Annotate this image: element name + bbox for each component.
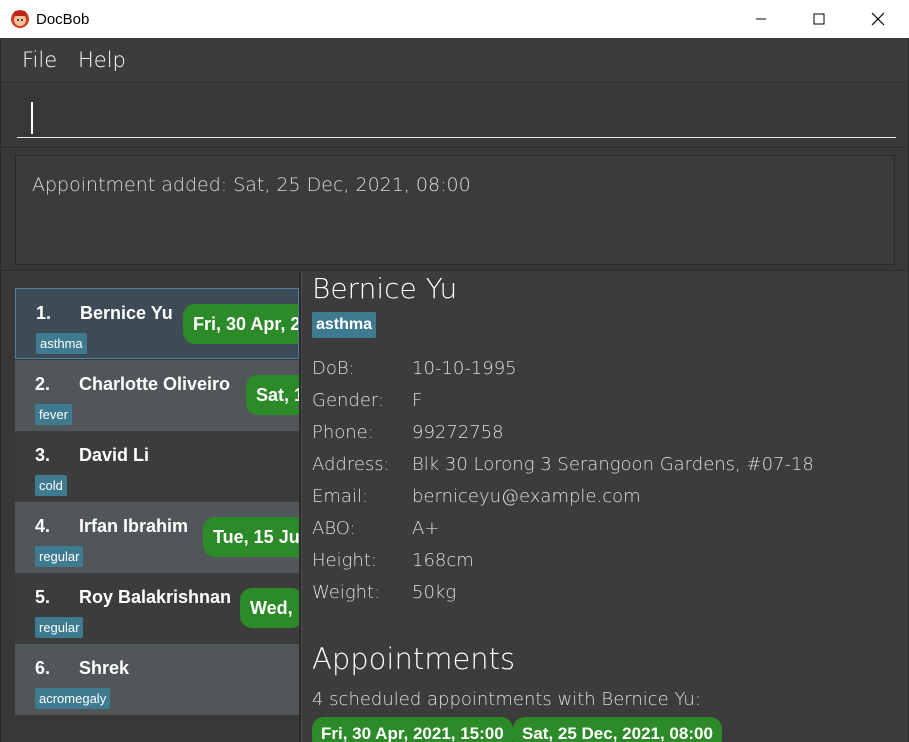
patient-tag: regular [35,617,84,638]
phone-value: 99272758 [412,422,504,443]
appointments-heading: Appointments [312,642,516,676]
appointment-badge: Fri, 30 Apr, 2021, 15:00 [183,304,298,344]
patient-name: David Li [79,445,150,465]
text-caret [31,102,33,134]
patient-tag: asthma [36,333,87,354]
window-title: DocBob [36,11,90,28]
weight-label: Weight: [312,582,381,603]
patient-index: 5. [35,587,51,607]
weight-value: 50kg [412,582,457,603]
phone-label: Phone: [312,422,374,443]
patient-card-4[interactable]: 4. Irfan Ibrahim regular Tue, 15 Ju [15,502,299,573]
patient-card-5[interactable]: 5. Roy Balakrishnan regular Wed, [15,573,299,644]
abo-label: ABO: [312,518,356,539]
detail-patient-name: Bernice Yu [312,272,458,305]
height-label: Height: [312,550,377,571]
dob-label: DoB: [312,358,355,379]
close-button[interactable] [849,0,907,38]
abo-value: A+ [412,518,440,539]
patient-index: 4. [35,516,51,536]
patient-list[interactable]: 1. Bernice Yu asthma Fri, 30 Apr, 2021, … [1,272,299,742]
patient-name: Bernice Yu [80,303,173,323]
result-display: Appointment added: Sat, 25 Dec, 2021, 08… [1,149,908,271]
address-label: Address: [312,454,390,475]
appointment-badge: Wed, [240,588,299,628]
minimize-icon [756,18,766,20]
patient-tag: acromegaly [35,688,111,709]
address-value: Blk 30 Lorong 3 Serangoon Gardens, #07-1… [412,454,814,475]
patient-index: 2. [35,374,51,394]
patient-tag: regular [35,546,84,567]
email-label: Email: [312,486,369,507]
result-message: Appointment added: Sat, 25 Dec, 2021, 08… [32,174,471,196]
appointment-chip: Sat, 25 Dec, 2021, 08:00 [513,717,722,742]
patient-name: Roy Balakrishnan [79,587,232,607]
menu-help[interactable]: Help [78,48,126,72]
minimize-button[interactable] [732,0,790,38]
menu-file[interactable]: File [22,48,57,72]
patient-index: 6. [35,658,51,678]
patient-tag: fever [35,404,72,425]
patient-name: Charlotte Oliveiro [79,374,231,394]
command-box [1,84,908,148]
height-value: 168cm [412,550,474,571]
appointment-chip: Fri, 30 Apr, 2021, 15:00 [312,717,513,742]
app-logo-icon [11,10,29,28]
appointments-summary: 4 scheduled appointments with Bernice Yu… [312,689,701,710]
result-box[interactable]: Appointment added: Sat, 25 Dec, 2021, 08… [15,155,895,265]
patient-name: Shrek [79,658,130,678]
patient-card-3[interactable]: 3. David Li cold [15,431,299,502]
patient-card-6[interactable]: 6. Shrek acromegaly [15,644,299,715]
appointment-badge: Sat, 1 [246,375,299,415]
email-value: berniceyu@example.com [412,486,641,507]
maximize-icon [813,13,825,25]
gender-value: F [412,390,423,411]
patient-detail-panel: Bernice Yu asthma DoB: 10-10-1995 Gender… [303,272,908,742]
close-icon [871,12,885,26]
split-pane-divider[interactable] [299,272,302,742]
patient-tag: cold [35,475,67,496]
appointment-badge: Tue, 15 Ju [203,517,299,557]
patient-card-1[interactable]: 1. Bernice Yu asthma Fri, 30 Apr, 2021, … [15,288,299,359]
patient-index: 1. [36,303,52,323]
patient-card-2[interactable]: 2. Charlotte Oliveiro fever Sat, 1 [15,360,299,431]
title-bar: DocBob [0,0,909,38]
gender-label: Gender: [312,390,385,411]
patient-name: Irfan Ibrahim [79,516,189,536]
maximize-button[interactable] [790,0,848,38]
dob-value: 10-10-1995 [412,358,517,379]
patient-index: 3. [35,445,51,465]
detail-tag: asthma [312,312,377,338]
menu-bar: File Help [1,38,908,83]
command-input[interactable] [17,96,896,138]
